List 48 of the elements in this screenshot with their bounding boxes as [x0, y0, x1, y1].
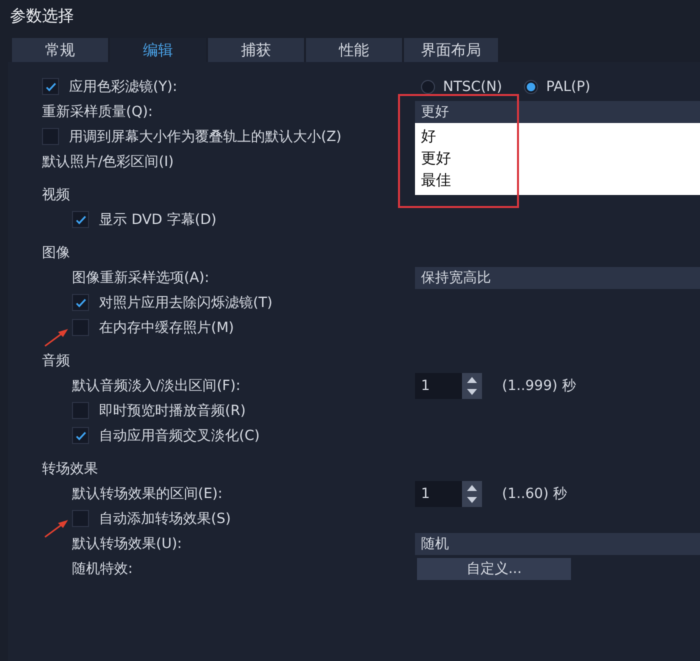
checkbox[interactable]: [42, 128, 59, 145]
dropdown-option[interactable]: 更好: [415, 146, 700, 168]
range-hint: (1..999) 秒: [502, 376, 576, 394]
dropdown[interactable]: 更好: [415, 100, 700, 122]
tab[interactable]: 常规: [12, 38, 108, 62]
checkbox[interactable]: [42, 78, 59, 95]
radio-button[interactable]: [421, 80, 435, 94]
tab[interactable]: 编辑: [110, 38, 206, 62]
checkbox-label: 对照片应用去除闪烁滤镜(T): [99, 294, 272, 312]
checkbox[interactable]: [72, 319, 89, 336]
dropdown-option[interactable]: 最佳: [415, 168, 700, 190]
checkbox[interactable]: [72, 402, 89, 419]
field-label: 默认音频淡入/淡出区间(F):: [72, 376, 240, 394]
field-label: 图像重新采样选项(A):: [72, 268, 210, 286]
checkbox-label: 用调到屏幕大小作为覆叠轨上的默认大小(Z): [69, 128, 342, 146]
tab[interactable]: 界面布局: [404, 38, 498, 62]
checkbox-label: 自动应用音频交叉淡化(C): [99, 426, 260, 444]
checkbox-label: 应用色彩滤镜(Y):: [69, 78, 178, 96]
checkbox[interactable]: [72, 211, 89, 228]
window-title: 参数选择: [10, 6, 74, 26]
checkbox[interactable]: [72, 294, 89, 311]
field-label: 随机特效:: [72, 560, 133, 578]
customize-button[interactable]: 自定义...: [417, 558, 571, 580]
checkbox[interactable]: [72, 427, 89, 444]
section-heading: 转场效果: [42, 460, 98, 478]
section-heading: 视频: [42, 186, 70, 204]
dropdown-option[interactable]: 好: [415, 124, 700, 146]
checkbox[interactable]: [72, 510, 89, 527]
section-heading: 音频: [42, 352, 70, 370]
number-spinner[interactable]: 1: [415, 480, 482, 506]
range-hint: (1..60) 秒: [502, 484, 567, 502]
tab[interactable]: 捕获: [208, 38, 304, 62]
checkbox-label: 即时预览时播放音频(R): [99, 402, 246, 420]
dropdown[interactable]: 保持宽高比: [415, 266, 700, 288]
tab[interactable]: 性能: [306, 38, 402, 62]
field-label: 默认照片/色彩区间(I): [42, 152, 174, 170]
checkbox-label: 显示 DVD 字幕(D): [99, 210, 216, 228]
field-label: 默认转场效果(U):: [72, 534, 182, 552]
field-label: 默认转场效果的区间(E):: [72, 484, 222, 502]
radio-label: NTSC(N): [443, 78, 502, 94]
radio-button[interactable]: [524, 80, 538, 94]
dropdown[interactable]: 随机: [415, 532, 700, 554]
checkbox-label: 在内存中缓存照片(M): [99, 318, 234, 336]
field-label: 重新采样质量(Q):: [42, 102, 153, 120]
radio-label: PAL(P): [546, 78, 590, 94]
checkbox-label: 自动添加转场效果(S): [99, 510, 231, 528]
number-spinner[interactable]: 1: [415, 372, 482, 398]
section-heading: 图像: [42, 244, 70, 262]
